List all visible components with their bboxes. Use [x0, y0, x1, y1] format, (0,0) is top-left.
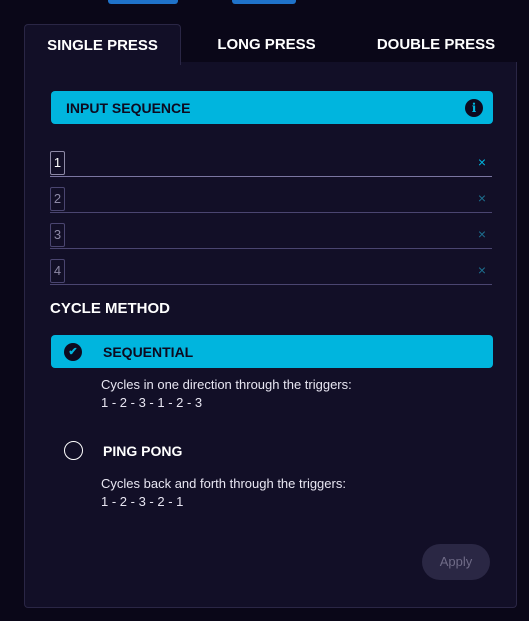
partial-top-element [108, 0, 178, 4]
sequence-number: 3 [50, 223, 65, 247]
info-icon[interactable]: i [465, 99, 483, 117]
check-circle-icon: ✔ [64, 343, 82, 361]
input-underline [50, 284, 492, 285]
clear-icon[interactable]: × [478, 262, 486, 278]
input-underline [50, 212, 492, 213]
option-description: Cycles back and forth through the trigge… [101, 475, 346, 511]
description-text: Cycles back and forth through the trigge… [101, 476, 346, 491]
clear-icon[interactable]: × [478, 190, 486, 206]
tab-single-press[interactable]: SINGLE PRESS [24, 24, 181, 65]
sequence-input-row[interactable]: 3 × [50, 221, 492, 249]
apply-button[interactable]: Apply [422, 544, 490, 580]
sequence-input-row[interactable]: 1 × [50, 149, 492, 177]
top-strip [0, 0, 529, 8]
description-sequence: 1 - 2 - 3 - 2 - 1 [101, 494, 184, 509]
input-sequence-title: INPUT SEQUENCE [66, 100, 191, 116]
option-label: SEQUENTIAL [103, 344, 194, 360]
cycle-method-title: CYCLE METHOD [50, 300, 170, 317]
sequence-number: 2 [50, 187, 65, 211]
sequence-input-row[interactable]: 2 × [50, 185, 492, 213]
sequence-number: 4 [50, 259, 65, 283]
option-label: PING PONG [103, 443, 183, 459]
option-description: Cycles in one direction through the trig… [101, 376, 352, 412]
clear-icon[interactable]: × [478, 154, 486, 170]
description-text: Cycles in one direction through the trig… [101, 377, 352, 392]
radio-empty-icon[interactable] [64, 441, 83, 460]
press-type-tabs: SINGLE PRESS LONG PRESS DOUBLE PRESS [24, 24, 529, 65]
tab-long-press[interactable]: LONG PRESS [204, 24, 329, 64]
option-ping-pong[interactable]: PING PONG [51, 434, 493, 467]
sequence-number: 1 [50, 151, 65, 175]
input-sequence-header: INPUT SEQUENCE i [51, 91, 493, 124]
clear-icon[interactable]: × [478, 226, 486, 242]
sequence-input-row[interactable]: 4 × [50, 257, 492, 285]
input-underline [50, 176, 492, 177]
description-sequence: 1 - 2 - 3 - 1 - 2 - 3 [101, 395, 203, 410]
option-sequential[interactable]: ✔ SEQUENTIAL [51, 335, 493, 368]
input-underline [50, 248, 492, 249]
partial-top-element [232, 0, 296, 4]
tab-double-press[interactable]: DOUBLE PRESS [356, 24, 516, 64]
